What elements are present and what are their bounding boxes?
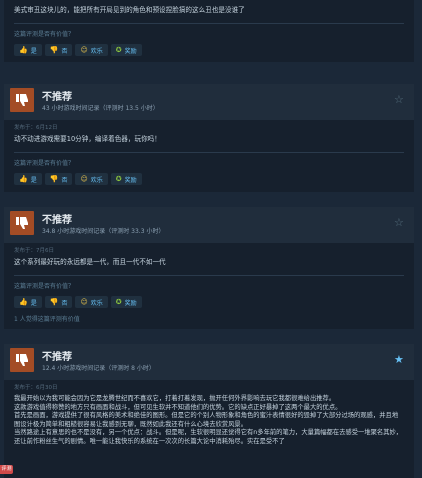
vote-no-label: 否 [61, 176, 68, 184]
vote-no-button[interactable]: 👎 否 [44, 173, 73, 185]
smile-icon: ☺ [80, 46, 88, 54]
vote-yes-button[interactable]: 👍 是 [14, 173, 42, 185]
award-label: 奖励 [124, 176, 137, 184]
posted-date: 发布于：7月6日 [14, 248, 54, 254]
review-card: 不推荐 43 小时游戏时间记录（评测时 13.5 小时） ☆ 发布于：6月12日… [4, 84, 414, 192]
review-text: 这个系列最好玩的永远都是一代，而且一代不如一代 [14, 258, 166, 266]
helpful-question: 这篇评测是否有价值？ [14, 160, 75, 167]
review-card: 不推荐 34.8 小时游戏时间记录（评测时 33.3 小时） ☆ 发布于：7月6… [4, 207, 414, 329]
thumbs-up-icon: 👍 [19, 298, 28, 306]
vote-yes-label: 是 [30, 176, 37, 184]
side-badge[interactable]: 评测 [0, 465, 13, 474]
review-header: 不推荐 43 小时游戏时间记录（评测时 13.5 小时） ☆ [4, 84, 414, 120]
thumbs-down-icon [10, 88, 34, 112]
playtime-hours: 34.8 小时游戏时间记录（评测时 33.3 小时） [42, 228, 165, 235]
review-text: 动不动进游戏需要10分钟，编译着色器，玩你吗！ [14, 135, 161, 143]
vote-funny-label: 欢乐 [90, 299, 103, 307]
review-header: 不推荐 12.4 小时游戏时间记录（评测时 8 小时） ★ [4, 344, 414, 380]
vote-yes-button[interactable]: 👍 是 [14, 296, 42, 308]
playtime-hours: 12.4 小时游戏时间记录（评测时 8 小时） [42, 365, 155, 372]
posted-date: 发布于：6月30日 [14, 385, 58, 391]
review-text: 我最开始以为我可能会因为它是龙腾世纪而不喜欢它，打着打着发现，抛开任何外界影响去… [14, 395, 403, 445]
smile-icon: ☺ [80, 175, 88, 183]
found-helpful-count: 1 人觉得这篇评测有价值 [14, 316, 80, 323]
thumbs-down-icon [10, 348, 34, 372]
helpful-question: 这篇评测是否有价值？ [14, 283, 75, 290]
vote-no-button[interactable]: 👎 否 [44, 44, 73, 56]
recommendation-title: 不推荐 [42, 92, 72, 103]
thumbs-up-icon: 👍 [19, 46, 28, 54]
vote-funny-label: 欢乐 [90, 47, 103, 55]
vote-yes-label: 是 [30, 299, 37, 307]
thumbs-down-icon: 👎 [49, 298, 59, 306]
helpful-question: 这篇评测是否有价值？ [14, 31, 75, 38]
award-button[interactable]: ✪ 奖励 [110, 44, 142, 56]
review-card: 不推荐 12.4 小时游戏时间记录（评测时 8 小时） ★ 发布于：6月30日 … [4, 344, 414, 478]
playtime-hours: 43 小时游戏时间记录（评测时 13.5 小时） [42, 105, 159, 112]
star-icon[interactable]: ★ [394, 354, 406, 366]
vote-no-button[interactable]: 👎 否 [44, 296, 73, 308]
star-icon[interactable]: ☆ [394, 94, 406, 106]
review-text: 美式审丑这块儿的，能把所有开局见到的角色和预设捏脸搞的这么丑也是没谁了 [14, 6, 245, 14]
vote-funny-button[interactable]: ☺ 欢乐 [75, 296, 108, 308]
vote-funny-button[interactable]: ☺ 欢乐 [75, 44, 108, 56]
award-icon: ✪ [115, 298, 122, 306]
award-icon: ✪ [115, 46, 122, 54]
posted-date: 发布于：6月12日 [14, 125, 58, 131]
vote-no-label: 否 [61, 299, 68, 307]
award-label: 奖励 [124, 47, 137, 55]
thumbs-down-icon [10, 211, 34, 235]
award-label: 奖励 [124, 299, 137, 307]
thumbs-down-icon: 👎 [49, 46, 59, 54]
award-button[interactable]: ✪ 奖励 [110, 173, 142, 185]
award-button[interactable]: ✪ 奖励 [110, 296, 142, 308]
vote-funny-button[interactable]: ☺ 欢乐 [75, 173, 108, 185]
vote-yes-button[interactable]: 👍 是 [14, 44, 42, 56]
review-card: 美式审丑这块儿的，能把所有开局见到的角色和预设捏脸搞的这么丑也是没谁了 这篇评测… [4, 0, 414, 62]
review-header: 不推荐 34.8 小时游戏时间记录（评测时 33.3 小时） ☆ [4, 207, 414, 243]
star-icon[interactable]: ☆ [394, 217, 406, 229]
smile-icon: ☺ [80, 298, 88, 306]
vote-no-label: 否 [61, 47, 68, 55]
award-icon: ✪ [115, 175, 122, 183]
thumbs-up-icon: 👍 [19, 175, 28, 183]
recommendation-title: 不推荐 [42, 352, 72, 363]
vote-funny-label: 欢乐 [90, 176, 103, 184]
thumbs-down-icon: 👎 [49, 175, 59, 183]
recommendation-title: 不推荐 [42, 215, 72, 226]
vote-yes-label: 是 [30, 47, 37, 55]
